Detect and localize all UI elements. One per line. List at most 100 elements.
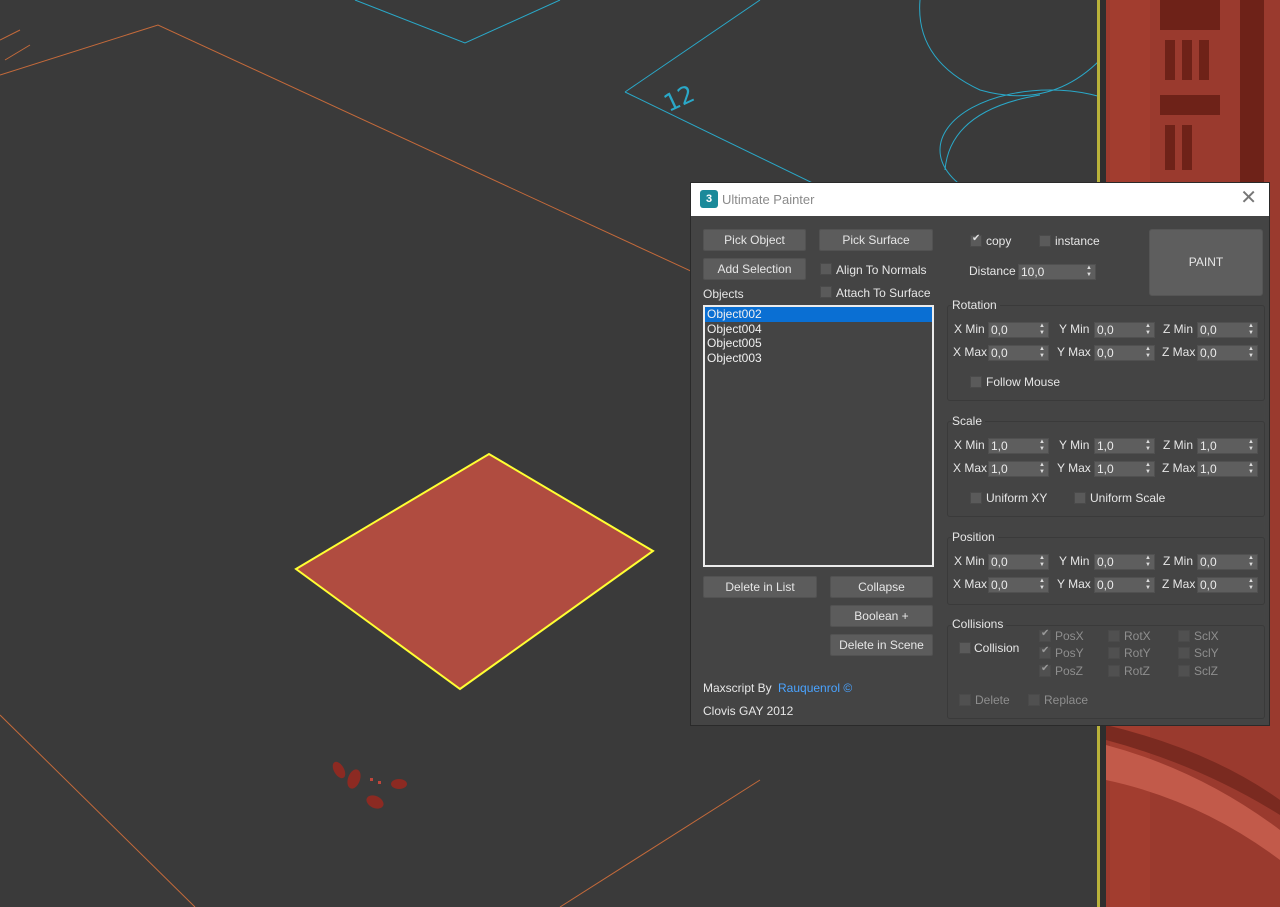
delete-checkbox[interactable]	[959, 694, 971, 706]
scly-checkbox[interactable]	[1178, 647, 1190, 659]
collapse-button[interactable]: Collapse	[830, 576, 933, 598]
scale-x-min-spinner[interactable]: 1,0 ▲ ▼	[988, 438, 1049, 454]
uniform-scale-checkbox[interactable]	[1074, 492, 1086, 504]
rotation-y-max-spinner[interactable]: 0,0 ▲ ▼	[1094, 345, 1155, 361]
rotation-z-max-spinner[interactable]: 0,0 ▲ ▼	[1197, 345, 1258, 361]
position-x-max-label: X Max	[953, 577, 988, 591]
spinner-arrows-icon[interactable]: ▲ ▼	[1247, 462, 1255, 476]
3ds-max-icon: 3	[700, 190, 718, 208]
spinner-arrows-icon[interactable]: ▲ ▼	[1144, 578, 1152, 592]
title-bar[interactable]: 3 Ultimate Painter ✕	[691, 183, 1269, 216]
rotation-z-max-label: Z Max	[1162, 345, 1196, 359]
list-item[interactable]: Object005	[705, 336, 932, 351]
list-item[interactable]: Object002	[705, 307, 932, 322]
align-to-normals-checkbox[interactable]	[820, 263, 832, 275]
maxscript-by-label: Maxscript By	[703, 681, 772, 695]
uniform-scale-label: Uniform Scale	[1090, 491, 1166, 505]
add-selection-button[interactable]: Add Selection	[703, 258, 806, 280]
position-y-max-spinner[interactable]: 0,0 ▲ ▼	[1094, 577, 1155, 593]
spinner-arrows-icon[interactable]: ▲ ▼	[1247, 555, 1255, 569]
posx-label: PosX	[1055, 629, 1084, 643]
scale-x-max-label: X Max	[953, 461, 988, 475]
ultimate-painter-dialog: 3 Ultimate Painter ✕ Pick Object Pick Su…	[690, 182, 1270, 726]
position-x-min-value: 0,0	[991, 555, 1008, 569]
collision-checkbox[interactable]	[959, 642, 971, 654]
position-y-min-spinner[interactable]: 0,0 ▲ ▼	[1094, 554, 1155, 570]
spinner-arrows-icon[interactable]: ▲ ▼	[1247, 323, 1255, 337]
position-x-min-spinner[interactable]: 0,0 ▲ ▼	[988, 554, 1049, 570]
replace-checkbox[interactable]	[1028, 694, 1040, 706]
scale-z-min-value: 1,0	[1200, 439, 1217, 453]
uniform-xy-label: Uniform XY	[986, 491, 1048, 505]
delete-in-list-button[interactable]: Delete in List	[703, 576, 817, 598]
pick-surface-button[interactable]: Pick Surface	[819, 229, 933, 251]
rotation-title: Rotation	[952, 298, 1000, 312]
posz-checkbox[interactable]	[1039, 663, 1051, 677]
pick-object-button[interactable]: Pick Object	[703, 229, 806, 251]
follow-mouse-checkbox[interactable]	[970, 376, 982, 388]
objects-label: Objects	[703, 287, 744, 301]
roty-checkbox[interactable]	[1108, 647, 1120, 659]
scale-z-max-spinner[interactable]: 1,0 ▲ ▼	[1197, 461, 1258, 477]
uniform-xy-checkbox[interactable]	[970, 492, 982, 504]
rotx-checkbox[interactable]	[1108, 630, 1120, 642]
paint-button[interactable]: PAINT	[1149, 229, 1263, 296]
sclx-label: SclX	[1194, 629, 1219, 643]
spinner-arrows-icon[interactable]: ▲ ▼	[1038, 578, 1046, 592]
position-z-max-label: Z Max	[1162, 577, 1196, 591]
align-to-normals-label: Align To Normals	[836, 263, 927, 277]
rotz-checkbox[interactable]	[1108, 665, 1120, 677]
rotation-x-max-label: X Max	[953, 345, 988, 359]
attach-to-surface-checkbox[interactable]	[820, 286, 832, 298]
distance-spinner[interactable]: 10,0 ▲ ▼	[1018, 264, 1096, 280]
scale-x-max-spinner[interactable]: 1,0 ▲ ▼	[988, 461, 1049, 477]
boolean-plus-button[interactable]: Boolean +	[830, 605, 933, 627]
spinner-arrows-icon[interactable]: ▲ ▼	[1247, 578, 1255, 592]
spinner-arrows-icon[interactable]: ▲ ▼	[1038, 323, 1046, 337]
scale-y-min-spinner[interactable]: 1,0 ▲ ▼	[1094, 438, 1155, 454]
position-z-max-value: 0,0	[1200, 578, 1217, 592]
rotation-x-min-spinner[interactable]: 0,0 ▲ ▼	[988, 322, 1049, 338]
distance-label: Distance	[969, 264, 1016, 278]
spinner-arrows-icon[interactable]: ▲ ▼	[1038, 439, 1046, 453]
spinner-arrows-icon[interactable]: ▲ ▼	[1038, 346, 1046, 360]
spinner-arrows-icon[interactable]: ▲ ▼	[1085, 265, 1093, 279]
scale-y-max-spinner[interactable]: 1,0 ▲ ▼	[1094, 461, 1155, 477]
scale-z-min-spinner[interactable]: 1,0 ▲ ▼	[1197, 438, 1258, 454]
rotation-y-min-label: Y Min	[1059, 322, 1090, 336]
spinner-arrows-icon[interactable]: ▲ ▼	[1247, 346, 1255, 360]
rotation-z-min-spinner[interactable]: 0,0 ▲ ▼	[1197, 322, 1258, 338]
posy-checkbox[interactable]	[1039, 645, 1051, 659]
list-item[interactable]: Object003	[705, 351, 932, 366]
replace-label: Replace	[1044, 693, 1089, 707]
spinner-arrows-icon[interactable]: ▲ ▼	[1247, 439, 1255, 453]
spinner-arrows-icon[interactable]: ▲ ▼	[1038, 555, 1046, 569]
spinner-arrows-icon[interactable]: ▲ ▼	[1144, 462, 1152, 476]
copy-checkbox[interactable]	[970, 233, 982, 247]
spinner-arrows-icon[interactable]: ▲ ▼	[1144, 346, 1152, 360]
close-icon[interactable]: ✕	[1240, 188, 1257, 208]
position-z-min-spinner[interactable]: 0,0 ▲ ▼	[1197, 554, 1258, 570]
spinner-arrows-icon[interactable]: ▲ ▼	[1144, 439, 1152, 453]
objects-listbox[interactable]: Object002 Object004 Object005 Object003	[703, 305, 934, 567]
delete-label: Delete	[975, 693, 1010, 707]
rotz-label: RotZ	[1124, 664, 1151, 678]
instance-label: instance	[1055, 234, 1100, 248]
scale-x-max-value: 1,0	[991, 462, 1008, 476]
rotation-x-min-label: X Min	[954, 322, 985, 336]
list-item[interactable]: Object004	[705, 322, 932, 337]
instance-checkbox[interactable]	[1039, 235, 1051, 247]
rotation-x-max-spinner[interactable]: 0,0 ▲ ▼	[988, 345, 1049, 361]
position-x-max-spinner[interactable]: 0,0 ▲ ▼	[988, 577, 1049, 593]
delete-in-scene-button[interactable]: Delete in Scene	[830, 634, 933, 656]
rotation-y-min-spinner[interactable]: 0,0 ▲ ▼	[1094, 322, 1155, 338]
sclx-checkbox[interactable]	[1178, 630, 1190, 642]
spinner-arrows-icon[interactable]: ▲ ▼	[1038, 462, 1046, 476]
posx-checkbox[interactable]	[1039, 628, 1051, 642]
rotation-x-min-value: 0,0	[991, 323, 1008, 337]
spinner-arrows-icon[interactable]: ▲ ▼	[1144, 555, 1152, 569]
position-z-max-spinner[interactable]: 0,0 ▲ ▼	[1197, 577, 1258, 593]
spinner-arrows-icon[interactable]: ▲ ▼	[1144, 323, 1152, 337]
sclz-checkbox[interactable]	[1178, 665, 1190, 677]
author-link[interactable]: Rauquenrol ©	[778, 681, 852, 695]
